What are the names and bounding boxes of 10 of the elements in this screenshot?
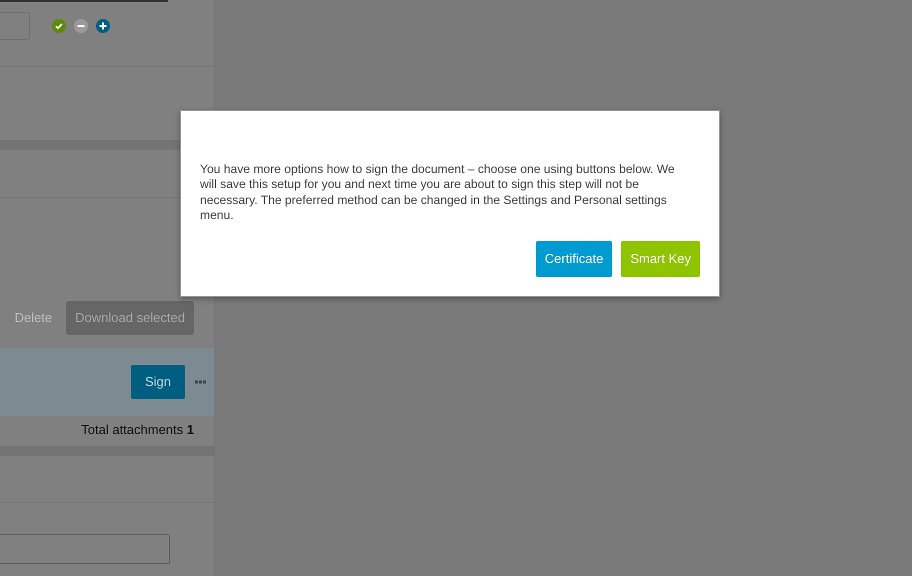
plus-icon[interactable]	[96, 19, 110, 33]
text-field[interactable]	[0, 534, 170, 564]
sign-button[interactable]: Sign	[130, 365, 185, 399]
smart-key-button[interactable]: Smart Key	[621, 241, 700, 277]
certificate-button[interactable]: Certificate	[536, 241, 612, 277]
more-icon[interactable]	[195, 380, 206, 384]
minus-icon[interactable]	[74, 19, 88, 33]
check-icon[interactable]	[52, 19, 66, 33]
dialog-message: You have more options how to sign the document – choose one using buttons below. We will save this setup for you and next time you are about to sign this step will not be necessary. The preferred method can be changed in the Settings and Personal settings menu.	[200, 162, 676, 224]
total-attachments: Total attachments 1	[80, 421, 195, 439]
